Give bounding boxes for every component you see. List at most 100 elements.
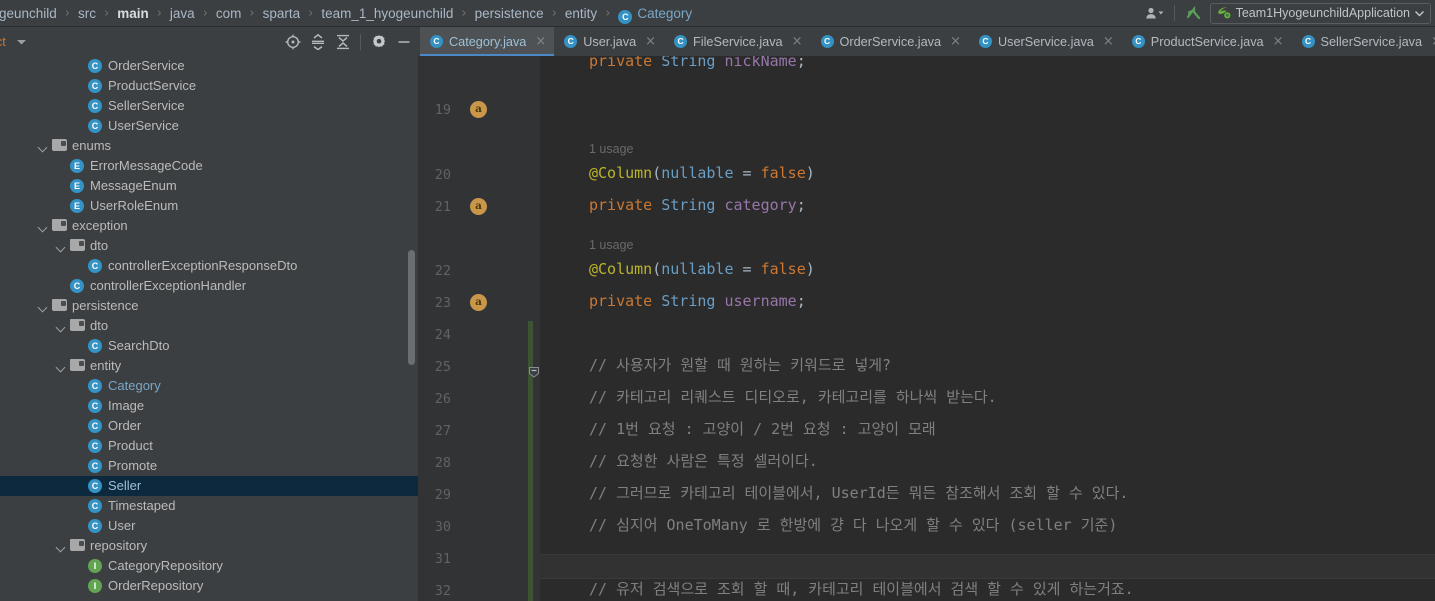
editor-tabs: C Category.java × C User.java × C FileService.j…: [420, 27, 1435, 56]
tree-node-label: Timestaped: [108, 498, 176, 513]
class-icon: C: [564, 35, 578, 48]
tree-node-userservice[interactable]: C UserService: [0, 116, 420, 136]
tree-node-label: UserRoleEnum: [90, 198, 179, 213]
tree-node-user[interactable]: C User: [0, 516, 420, 536]
editor-tab-orderservice-java[interactable]: C OrderService.java ×: [811, 27, 969, 56]
tree-node-orderrepository[interactable]: I OrderRepository: [0, 576, 420, 596]
enum-icon: E: [70, 158, 85, 174]
tree-node-promote[interactable]: C Promote: [0, 456, 420, 476]
breadcrumb-item-label: src: [78, 5, 96, 21]
tree-node-dto[interactable]: dto: [0, 236, 420, 256]
fold-marker-collapse[interactable]: [528, 365, 540, 378]
tree-node-timestaped[interactable]: C Timestaped: [0, 496, 420, 516]
editor-tab-label: FileService.java: [693, 34, 783, 49]
chevron-down-icon[interactable]: [56, 541, 67, 552]
select-opened-file-icon[interactable]: [280, 30, 305, 54]
breadcrumb-item-sparta[interactable]: sparta: [262, 0, 302, 27]
breadcrumb-item-persistence[interactable]: persistence: [474, 0, 545, 27]
tree-node-controllerexceptionhandler[interactable]: CcontrollerExceptionHandler: [0, 276, 420, 296]
editor-tab-user-java[interactable]: C User.java ×: [554, 27, 664, 56]
close-icon[interactable]: ×: [1431, 35, 1435, 48]
tree-node-sellerservice[interactable]: C SellerService: [0, 96, 420, 116]
breadcrumb-item-label: Category: [637, 5, 693, 21]
breadcrumb-item-com[interactable]: com: [215, 0, 243, 27]
usage-hint-line-20[interactable]: 1 usage: [589, 140, 633, 159]
close-icon[interactable]: ×: [645, 35, 656, 48]
tree-node-category[interactable]: C Category: [0, 376, 420, 396]
tree-node-label: Promote: [108, 458, 158, 473]
tree-node-dto[interactable]: dto: [0, 316, 420, 336]
tree-node-enums[interactable]: enums: [0, 136, 420, 156]
chevron-down-icon[interactable]: [38, 221, 49, 232]
breadcrumb-item-main[interactable]: main: [116, 0, 150, 27]
vcs-change-marker: [528, 321, 533, 601]
tree-node-orderservice[interactable]: C OrderService: [0, 56, 420, 76]
close-icon[interactable]: ×: [535, 35, 546, 48]
tree-node-errormessagecode[interactable]: E ErrorMessageCode: [0, 156, 420, 176]
chevron-down-icon[interactable]: [38, 301, 49, 312]
chevron-down-icon[interactable]: [56, 241, 67, 252]
update-arrow-icon[interactable]: [1180, 1, 1208, 25]
editor-tab-fileservice-java[interactable]: C FileService.java ×: [664, 27, 810, 56]
chevron-down-icon[interactable]: [38, 141, 49, 152]
tree-node-userroleenum[interactable]: E UserRoleEnum: [0, 196, 420, 216]
settings-gear-icon[interactable]: [366, 30, 391, 54]
chevron-down-icon[interactable]: [56, 361, 67, 372]
code-text-area[interactable]: private String nickName; 1 usage @Column(n…: [540, 56, 1435, 601]
tree-node-exception[interactable]: exception: [0, 216, 420, 236]
close-icon[interactable]: ×: [792, 35, 803, 48]
line-number-19: 19: [434, 102, 451, 118]
close-icon[interactable]: ×: [950, 35, 961, 48]
tree-node-categoryrepository[interactable]: I CategoryRepository: [0, 556, 420, 576]
close-icon[interactable]: ×: [1103, 35, 1114, 48]
lombok-annotation-marker-23[interactable]: a: [470, 294, 487, 311]
project-tree[interactable]: C OrderService C ProductService C SellerServi…: [0, 56, 420, 601]
breadcrumb-item-label: com: [215, 5, 242, 21]
chevron-down-icon: [1414, 6, 1425, 20]
top-right-toolbar: Team1HyogeunchildApplication: [1141, 0, 1435, 27]
tree-node-entity[interactable]: entity: [0, 356, 420, 376]
collapse-all-icon[interactable]: [330, 30, 355, 54]
lombok-annotation-marker-21[interactable]: a: [470, 198, 487, 215]
project-tree-scrollbar[interactable]: [408, 250, 415, 365]
hide-icon[interactable]: [391, 30, 416, 54]
enum-icon: E: [70, 198, 85, 214]
chevron-down-icon[interactable]: [16, 33, 27, 51]
expand-all-icon[interactable]: [305, 30, 330, 54]
run-configuration-selector[interactable]: Team1HyogeunchildApplication: [1209, 2, 1431, 24]
tree-node-order[interactable]: C Order: [0, 416, 420, 436]
usage-hint-line-22[interactable]: 1 usage: [589, 236, 633, 255]
editor-tab-category-java[interactable]: C Category.java ×: [420, 27, 555, 56]
close-icon[interactable]: ×: [1273, 35, 1284, 48]
toolbar-divider: [360, 33, 361, 50]
breadcrumb-item-entity[interactable]: entity: [564, 0, 598, 27]
editor-gutter[interactable]: 19202122232425262728293031323334aaa: [420, 56, 540, 601]
user-account-icon[interactable]: [1141, 1, 1169, 25]
tree-node-image[interactable]: C Image: [0, 396, 420, 416]
breadcrumb-separator: ›: [202, 5, 208, 21]
chevron-down-icon[interactable]: [56, 321, 67, 332]
editor-tab-sellerservice-java[interactable]: C SellerService.java ×: [1292, 27, 1435, 56]
tree-node-repository[interactable]: repository: [0, 536, 420, 556]
tree-node-controllerexceptionresponsedto[interactable]: CcontrollerExceptionResponseDto: [0, 256, 420, 276]
breadcrumb-item-java[interactable]: java: [169, 0, 196, 27]
code-comment-line-28: // 요청한 사람은 특정 셀러이다.: [589, 452, 818, 470]
breadcrumb-item-team-1-hyogeunchild[interactable]: team_1_hyogeunchild: [320, 0, 454, 27]
breadcrumb-item-src[interactable]: src: [77, 0, 97, 27]
tree-node-productservice[interactable]: C ProductService: [0, 76, 420, 96]
tree-node-messageenum[interactable]: E MessageEnum: [0, 176, 420, 196]
editor-tab-userservice-java[interactable]: C UserService.java ×: [969, 27, 1122, 56]
tree-node-searchdto[interactable]: C SearchDto: [0, 336, 420, 356]
editor-tab-productservice-java[interactable]: C ProductService.java ×: [1122, 27, 1292, 56]
breadcrumb-item-category[interactable]: C Category: [617, 0, 693, 27]
breadcrumb-item-geunchild[interactable]: geunchild: [0, 0, 58, 27]
lombok-annotation-marker-19[interactable]: a: [470, 101, 487, 118]
code-editor[interactable]: 19202122232425262728293031323334aaa priv…: [420, 56, 1435, 601]
tree-node-persistence[interactable]: persistence: [0, 296, 420, 316]
tree-node-seller[interactable]: C Seller: [0, 476, 420, 496]
tree-node-product[interactable]: C Product: [0, 436, 420, 456]
